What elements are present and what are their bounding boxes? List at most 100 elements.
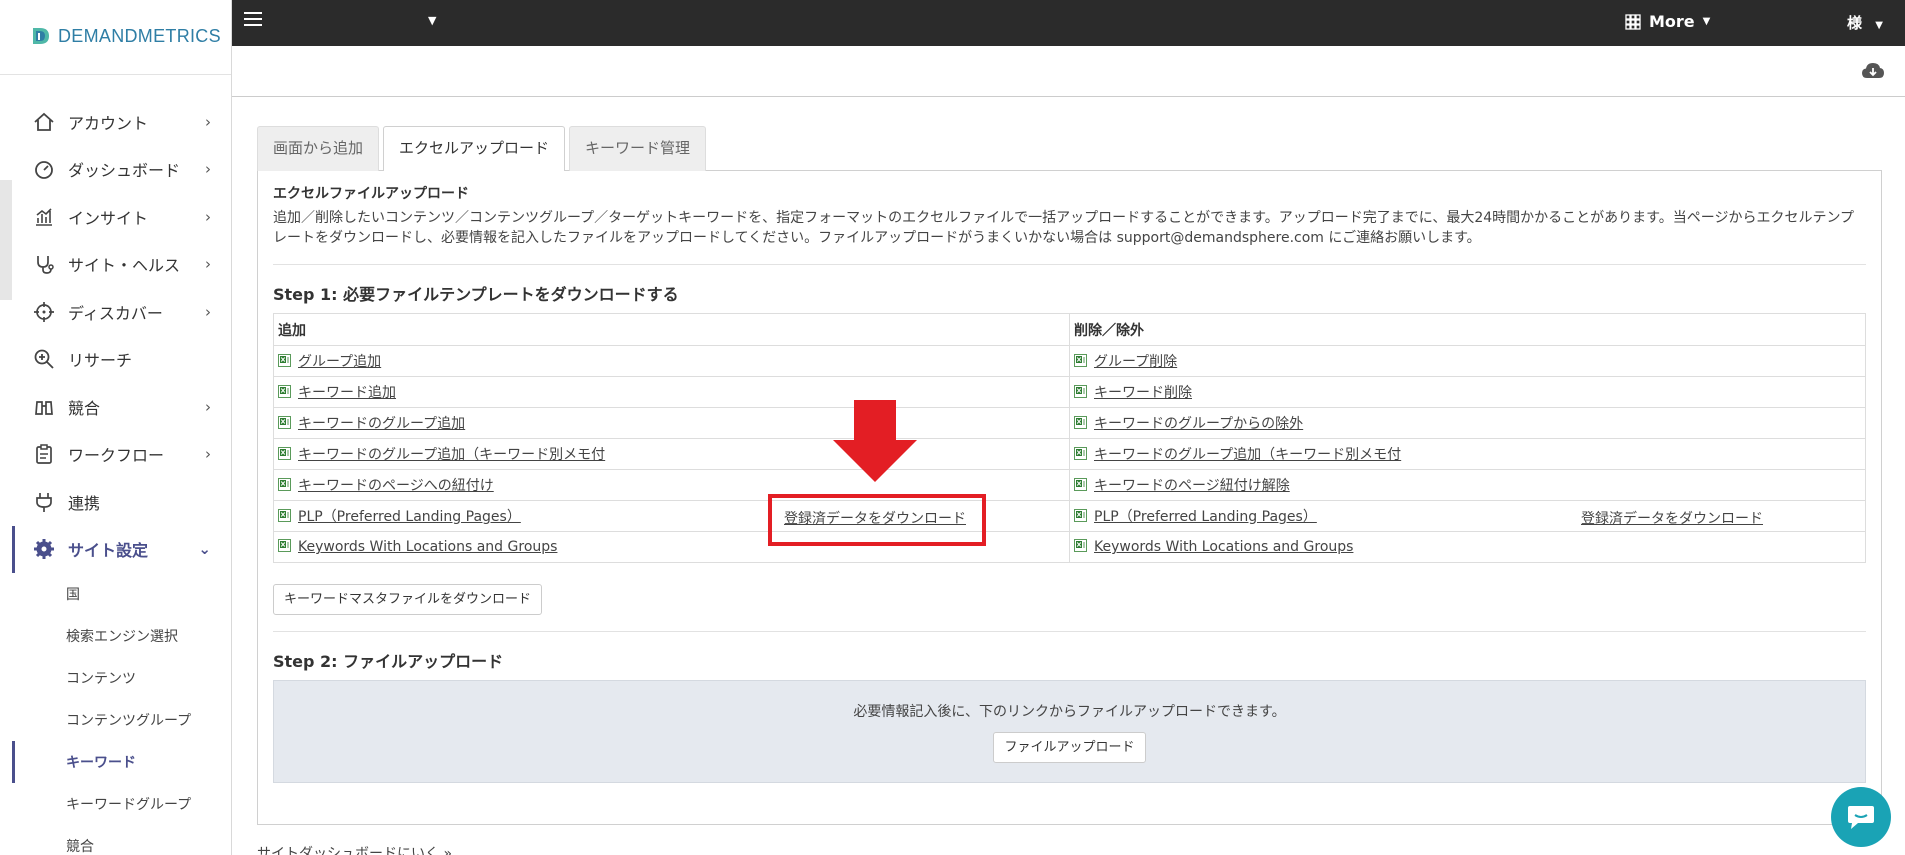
template-download-link[interactable]: キーワードのページへの紐付け xyxy=(298,478,494,494)
panel-heading: エクセルファイルアップロード xyxy=(273,186,469,202)
template-download-link[interactable]: PLP（Preferred Landing Pages） xyxy=(298,509,521,525)
template-download-link[interactable]: Keywords With Locations and Groups xyxy=(298,539,557,555)
sidebar-item-integrations[interactable]: 連携 xyxy=(12,478,231,526)
template-download-link[interactable]: キーワードのグループ追加（キーワード別メモ付 xyxy=(1094,447,1401,463)
template-download-link[interactable]: キーワード追加 xyxy=(298,385,396,401)
user-menu[interactable]: 様 ▼ xyxy=(1847,12,1883,33)
sidebar-item-site-settings[interactable]: サイト設定 ⌄ xyxy=(12,525,231,573)
sidebar-scrollbar[interactable] xyxy=(0,180,12,300)
submenu-item-keyword-group[interactable]: キーワードグループ xyxy=(12,783,231,825)
excel-file-icon xyxy=(278,509,291,522)
home-icon xyxy=(32,110,56,134)
submenu-item-content-group[interactable]: コンテンツグループ xyxy=(12,699,231,741)
step2-title: Step 2: ファイルアップロード xyxy=(273,652,504,671)
add-cell: キーワードのグループ追加 xyxy=(273,407,1070,439)
main-content: 画面から追加 エクセルアップロード キーワード管理 エクセルファイルアップロード… xyxy=(257,126,1882,825)
sidebar-nav: アカウント › ダッシュボード › インサイト › サイト・ヘルス › ディスカ… xyxy=(12,98,231,855)
download-registered-data-link[interactable]: 登録済データをダウンロード xyxy=(1581,508,1763,528)
table-row: キーワードのページへの紐付け キーワードのページ紐付け解除 xyxy=(273,469,1866,501)
table-row: キーワード追加 キーワード削除 xyxy=(273,376,1866,408)
search-plus-icon xyxy=(32,347,56,371)
sidebar-item-discover[interactable]: ディスカバー › xyxy=(12,288,231,336)
upload-tabs: 画面から追加 エクセルアップロード キーワード管理 xyxy=(257,126,1882,171)
step1-title: Step 1: 必要ファイルテンプレートをダウンロードする xyxy=(273,285,679,304)
user-label: 様 xyxy=(1847,14,1863,32)
chevron-down-icon: ⌄ xyxy=(198,540,211,559)
sidebar-item-insight[interactable]: インサイト › xyxy=(12,193,231,241)
submenu-item-search-engine[interactable]: 検索エンジン選択 xyxy=(12,615,231,657)
table-row: キーワードのグループ追加 キーワードのグループからの除外 xyxy=(273,407,1866,439)
delete-cell: Keywords With Locations and Groups xyxy=(1069,531,1866,563)
sidebar-item-label: サイト・ヘルス xyxy=(68,256,181,276)
template-download-link[interactable]: Keywords With Locations and Groups xyxy=(1094,539,1353,555)
more-menu[interactable]: More ▼ xyxy=(1625,12,1710,31)
sidebar-item-account[interactable]: アカウント › xyxy=(12,98,231,146)
submenu-item-keyword[interactable]: キーワード xyxy=(12,741,231,783)
excel-file-icon xyxy=(278,416,291,429)
delete-cell: キーワード削除 xyxy=(1069,376,1866,408)
add-cell: グループ追加 xyxy=(273,345,1070,377)
brand-name: DEMANDMETRICS xyxy=(58,25,221,46)
chevron-right-icon: › xyxy=(205,397,211,416)
excel-file-icon xyxy=(1074,478,1087,491)
submenu-item-content[interactable]: コンテンツ xyxy=(12,657,231,699)
chat-button[interactable] xyxy=(1831,787,1891,847)
sidebar-item-label: ダッシュボード xyxy=(68,161,181,181)
excel-file-icon xyxy=(278,478,291,491)
excel-file-icon xyxy=(1074,539,1087,552)
chevron-right-icon: › xyxy=(205,445,211,464)
demandmetrics-logo-icon xyxy=(33,28,49,44)
sidebar-item-dashboard[interactable]: ダッシュボード › xyxy=(12,146,231,194)
file-upload-button[interactable]: ファイルアップロード xyxy=(993,732,1146,763)
menu-toggle-icon[interactable] xyxy=(244,12,262,30)
excel-file-icon xyxy=(1074,385,1087,398)
site-selector-caret-icon[interactable]: ▼ xyxy=(428,14,436,27)
more-label: More xyxy=(1649,12,1695,31)
excel-file-icon xyxy=(278,539,291,552)
excel-file-icon xyxy=(1074,509,1087,522)
table-header-row: 追加 削除／除外 xyxy=(273,313,1866,346)
tab-excel-upload[interactable]: エクセルアップロード xyxy=(383,126,566,171)
template-download-link[interactable]: グループ削除 xyxy=(1094,354,1177,370)
sidebar-item-research[interactable]: リサーチ xyxy=(12,336,231,384)
upload-note: 必要情報記入後に、下のリンクからファイルアップロードできます。 xyxy=(853,704,1286,720)
divider xyxy=(273,631,1866,632)
tab-keyword-management[interactable]: キーワード管理 xyxy=(569,126,707,171)
template-download-link[interactable]: キーワードのグループ追加（キーワード別メモ付 xyxy=(298,447,605,463)
excel-file-icon xyxy=(278,385,291,398)
gauge-icon xyxy=(32,157,56,181)
template-download-link[interactable]: キーワードのグループからの除外 xyxy=(1094,416,1303,432)
sidebar-item-label: アカウント xyxy=(68,113,149,133)
sidebar-item-label: 連携 xyxy=(68,493,101,513)
submenu-item-competitors[interactable]: 競合 xyxy=(12,825,231,855)
column-header-delete: 削除／除外 xyxy=(1069,313,1866,346)
add-cell: キーワードのグループ追加（キーワード別メモ付 xyxy=(273,438,1070,470)
delete-cell: グループ削除 xyxy=(1069,345,1866,377)
excel-file-icon xyxy=(1074,447,1087,460)
cloud-download-icon[interactable] xyxy=(1861,62,1885,80)
sidebar-item-label: サイト設定 xyxy=(68,541,149,561)
chevron-right-icon: › xyxy=(205,112,211,131)
sidebar-item-site-health[interactable]: サイト・ヘルス › xyxy=(12,241,231,289)
sidebar-item-label: ディスカバー xyxy=(68,303,163,323)
chevron-right-icon: › xyxy=(205,160,211,179)
delete-cell: キーワードのグループからの除外 xyxy=(1069,407,1866,439)
submenu-item-country[interactable]: 国 xyxy=(12,573,231,615)
template-download-link[interactable]: キーワードのグループ追加 xyxy=(298,416,465,432)
table-row: キーワードのグループ追加（キーワード別メモ付 キーワードのグループ追加（キーワード… xyxy=(273,438,1866,470)
site-dashboard-link[interactable]: サイトダッシュボードにいく » xyxy=(257,843,452,855)
sidebar-item-label: インサイト xyxy=(68,208,149,228)
download-master-button[interactable]: キーワードマスタファイルをダウンロード xyxy=(273,584,543,615)
brand-logo[interactable]: DEMANDMETRICS xyxy=(0,0,231,72)
template-download-link[interactable]: PLP（Preferred Landing Pages） xyxy=(1094,509,1317,525)
delete-cell: キーワードのページ紐付け解除 xyxy=(1069,469,1866,501)
sidebar-item-competitors[interactable]: 競合 › xyxy=(12,383,231,431)
template-download-link[interactable]: キーワード削除 xyxy=(1094,385,1192,401)
chevron-right-icon: › xyxy=(205,255,211,274)
template-download-link[interactable]: キーワードのページ紐付け解除 xyxy=(1094,478,1290,494)
excel-file-icon xyxy=(278,354,291,367)
template-download-link[interactable]: グループ追加 xyxy=(298,354,381,370)
page-subheader xyxy=(232,46,1905,97)
sidebar-item-workflow[interactable]: ワークフロー › xyxy=(12,431,231,479)
tab-add-from-screen[interactable]: 画面から追加 xyxy=(257,126,380,171)
